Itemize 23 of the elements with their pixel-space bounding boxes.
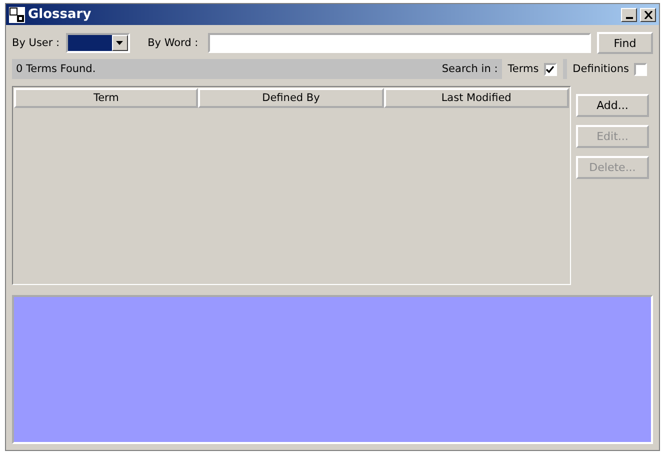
column-header[interactable]: Last Modified xyxy=(384,88,569,108)
app-icon xyxy=(9,6,25,22)
search-in-label: Search in : xyxy=(442,63,498,75)
user-dropdown[interactable] xyxy=(66,33,130,53)
by-word-label: By Word : xyxy=(148,37,198,49)
by-user-label: By User : xyxy=(12,37,60,49)
window-title: Glossary xyxy=(28,7,92,22)
word-field[interactable] xyxy=(208,33,591,53)
results-count: 0 Terms Found. xyxy=(16,63,97,75)
close-icon xyxy=(644,10,652,18)
option-label: Definitions xyxy=(572,63,629,75)
minimize-icon xyxy=(626,16,632,18)
find-button[interactable]: Find xyxy=(597,32,653,54)
column-header[interactable]: Term xyxy=(14,88,198,108)
checkbox[interactable] xyxy=(634,62,647,76)
minimize-button[interactable] xyxy=(621,8,637,22)
checkmark-icon xyxy=(546,66,554,72)
dropdown-arrow-icon xyxy=(116,41,124,45)
column-header[interactable]: Defined By xyxy=(198,88,384,108)
action-button[interactable]: Add... xyxy=(576,94,649,117)
close-button[interactable] xyxy=(640,8,656,22)
checkbox[interactable] xyxy=(544,62,557,76)
option-label: Terms xyxy=(508,63,539,75)
